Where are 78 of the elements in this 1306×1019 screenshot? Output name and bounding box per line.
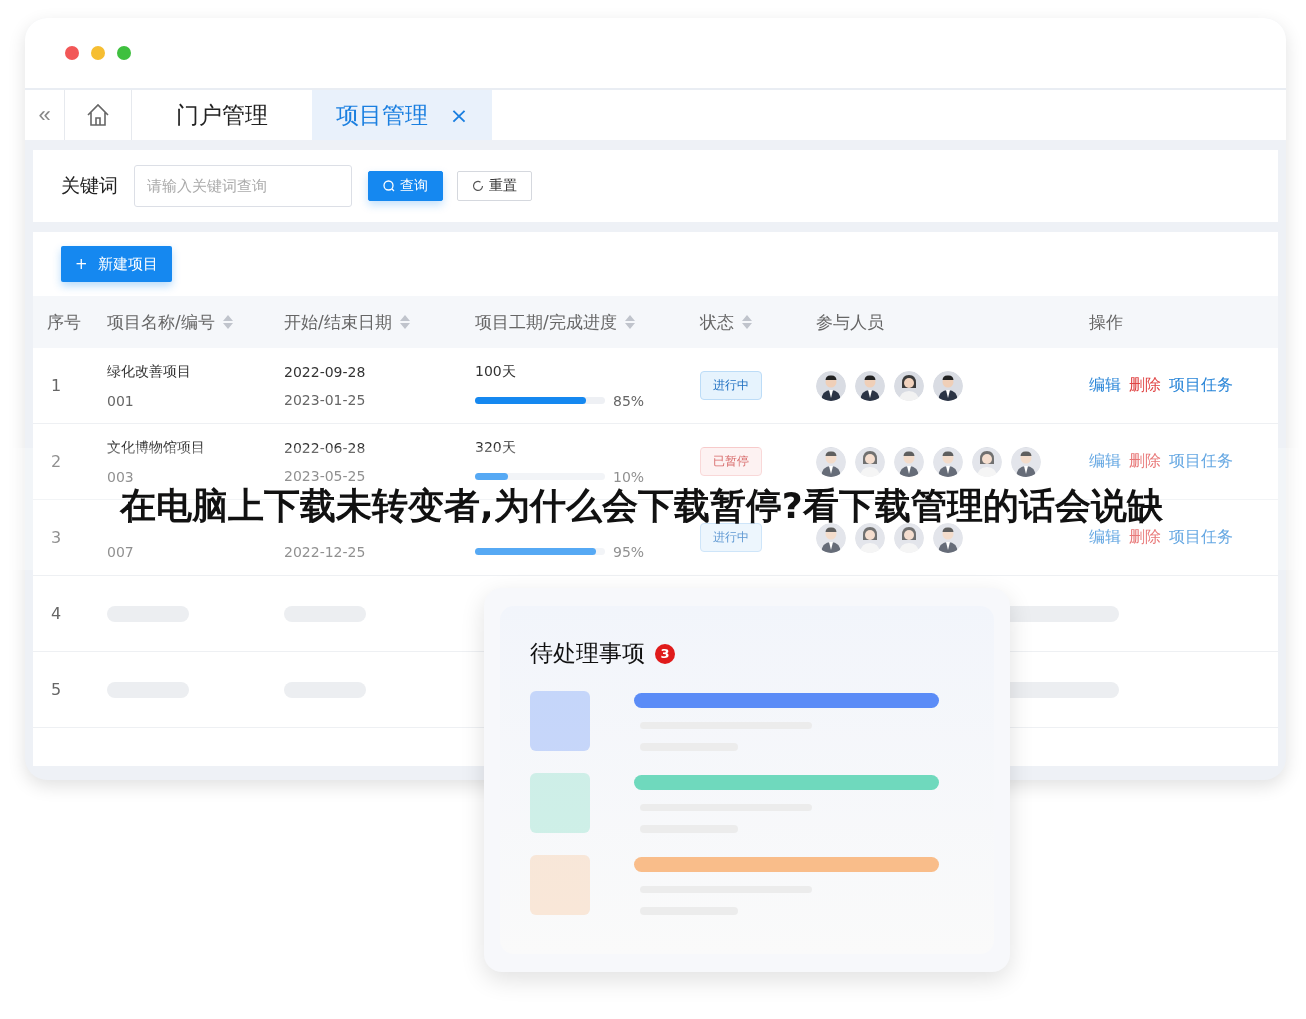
status-tag: 进行中 xyxy=(700,371,762,400)
action-link[interactable]: 项目任务 xyxy=(1169,527,1233,548)
row-index: 4 xyxy=(50,604,63,623)
start-date: 2022-09-28 xyxy=(284,363,367,380)
new-project-button[interactable]: + 新建项目 xyxy=(61,246,172,282)
duration: 100天 xyxy=(475,362,517,381)
minimize-dot[interactable] xyxy=(91,46,105,60)
avatar xyxy=(1011,446,1041,477)
project-code: 003 xyxy=(107,468,135,485)
tab-label: 项目管理 xyxy=(335,100,428,130)
item-thumbnail xyxy=(530,855,590,915)
column-header: 开始/结束日期 xyxy=(284,310,392,334)
item-thumbnail xyxy=(530,691,590,751)
search-icon xyxy=(383,180,395,192)
sort-icon[interactable] xyxy=(222,315,233,329)
avatar xyxy=(933,522,963,553)
avatar xyxy=(894,522,924,553)
close-dot[interactable] xyxy=(65,46,79,60)
action-link[interactable]: 编辑 xyxy=(1089,375,1121,396)
overlay-title: 在电脑上下载未转变者,为什么会下载暂停?看下载管理的话会说缺 xyxy=(120,486,1163,526)
action-link[interactable]: 编辑 xyxy=(1089,527,1121,548)
avatar xyxy=(816,370,846,401)
keyword-label: 关键词 xyxy=(61,173,118,198)
end-date: 2023-05-25 xyxy=(284,467,367,484)
avatar xyxy=(933,370,963,401)
tab[interactable]: 项目管理 × xyxy=(312,90,492,140)
delete-link[interactable]: 删除 xyxy=(1129,527,1161,548)
column-header: 项目工期/完成进度 xyxy=(475,310,617,334)
avatar xyxy=(972,446,1002,477)
project-code: 001 xyxy=(107,392,135,409)
action-link[interactable]: 编辑 xyxy=(1089,451,1121,472)
item-thumbnail xyxy=(530,773,590,833)
pending-title: 待处理事项 xyxy=(530,639,645,668)
reset-button[interactable]: 重置 xyxy=(457,171,532,201)
start-date: 2022-06-28 xyxy=(284,439,367,456)
maximize-dot[interactable] xyxy=(117,46,131,60)
avatar xyxy=(816,522,846,553)
sort-icon[interactable] xyxy=(624,315,635,329)
avatar xyxy=(855,446,885,477)
duration: 320天 xyxy=(475,438,517,457)
column-header: 序号 xyxy=(47,310,81,334)
avatar xyxy=(855,522,885,553)
project-name: 绿化改善项目 xyxy=(107,362,192,381)
row-index: 2 xyxy=(50,452,63,471)
action-link[interactable]: 项目任务 xyxy=(1169,451,1233,472)
tab-label: 门户管理 xyxy=(176,100,268,130)
row-index: 1 xyxy=(50,376,63,395)
column-header: 参与人员 xyxy=(816,310,884,334)
sort-icon[interactable] xyxy=(399,315,410,329)
status-tag: 已暂停 xyxy=(700,447,762,476)
refresh-icon xyxy=(472,180,484,192)
avatar xyxy=(933,446,963,477)
avatar xyxy=(894,446,924,477)
count-badge: 3 xyxy=(655,643,675,664)
progress-percent: 95% xyxy=(613,543,645,560)
close-icon[interactable]: × xyxy=(449,102,469,128)
row-index: 3 xyxy=(50,528,63,547)
project-name: 文化博物馆项目 xyxy=(107,438,206,457)
search-button[interactable]: 查询 xyxy=(368,171,443,201)
column-header: 状态 xyxy=(700,310,734,334)
column-header: 项目名称/编号 xyxy=(107,310,215,334)
action-link[interactable]: 项目任务 xyxy=(1169,375,1233,396)
row-index: 5 xyxy=(50,680,63,699)
delete-link[interactable]: 删除 xyxy=(1129,375,1161,396)
home-icon xyxy=(85,102,111,128)
end-date: 2022-12-25 xyxy=(284,543,367,560)
keyword-input[interactable]: 请输入关键词查询 xyxy=(134,165,352,207)
avatar xyxy=(816,446,846,477)
status-tag: 进行中 xyxy=(700,523,762,552)
column-header: 操作 xyxy=(1089,310,1123,334)
end-date: 2023-01-25 xyxy=(284,391,367,408)
progress-percent: 10% xyxy=(613,468,645,485)
progress-percent: 85% xyxy=(613,392,645,409)
project-code: 007 xyxy=(107,543,135,560)
delete-link[interactable]: 删除 xyxy=(1129,451,1161,472)
avatar xyxy=(855,370,885,401)
avatar xyxy=(894,370,924,401)
sort-icon[interactable] xyxy=(742,315,752,329)
